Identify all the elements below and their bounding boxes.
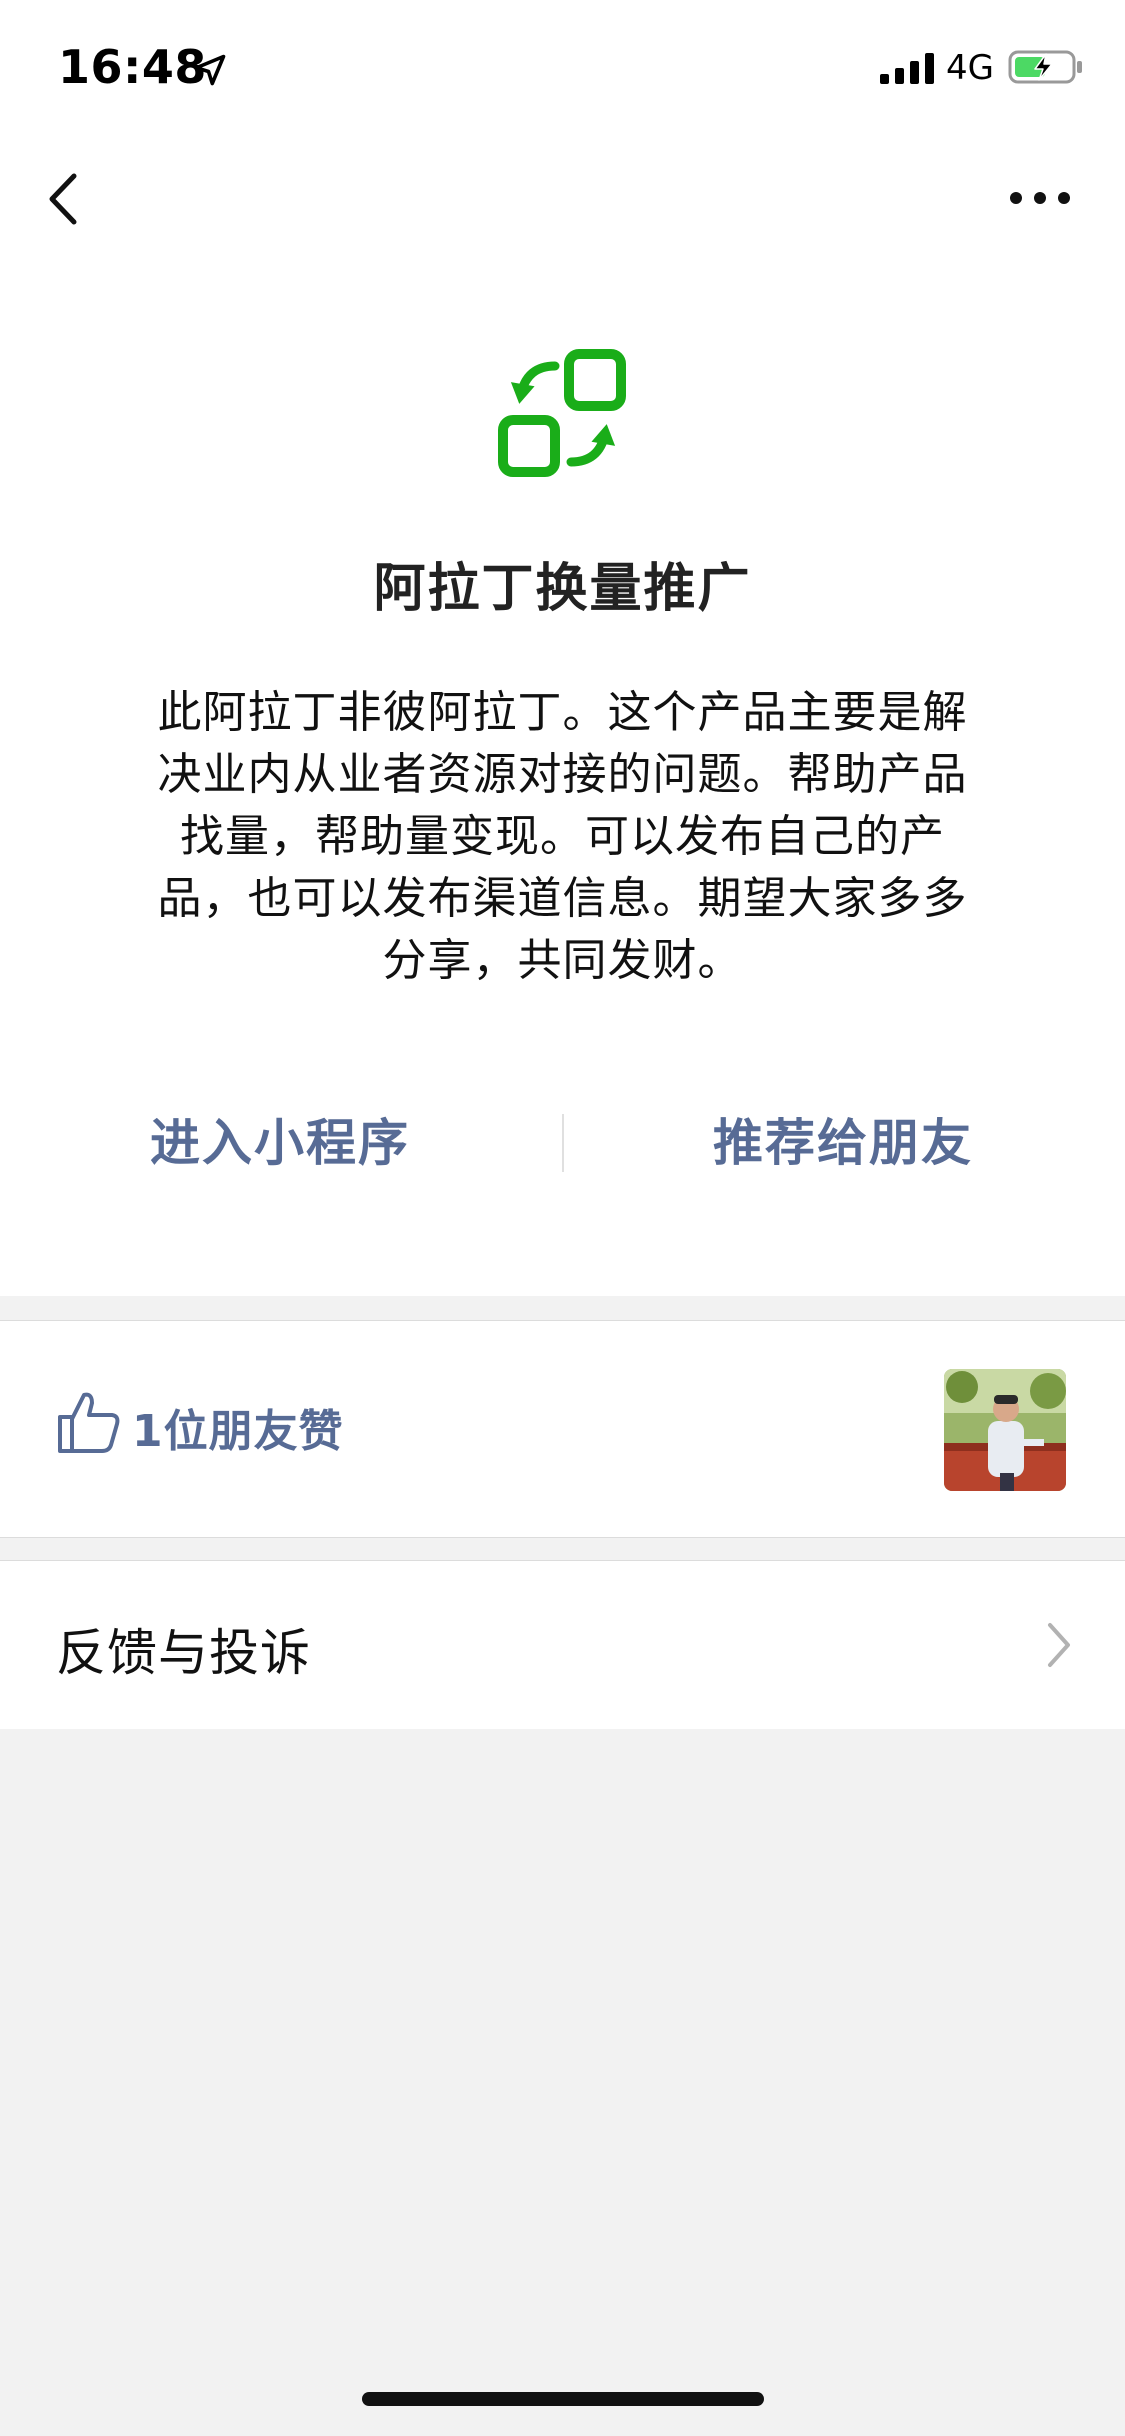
thumbs-up-icon — [58, 1392, 120, 1453]
app-title: 阿拉丁换量推广 — [373, 559, 752, 619]
recommend-to-friend-button[interactable]: 推荐给朋友 — [713, 1088, 973, 1198]
chevron-right-icon — [1048, 1623, 1070, 1667]
action-divider — [562, 1114, 564, 1172]
friend-likes-row[interactable]: 1位朋友赞 — [0, 1320, 1125, 1538]
location-arrow-icon — [194, 54, 226, 86]
signal-bars-icon — [880, 53, 934, 84]
status-bar: 16:48 4G — [0, 0, 1125, 132]
mini-program-profile-screen: 16:48 4G 阿拉丁换量推广 此阿拉丁非彼阿拉丁。这个产品主要是解决业内从业… — [0, 0, 1125, 2436]
likes-count-text: 1位朋友赞 — [132, 1406, 344, 1457]
action-bar: 进入小程序 推荐给朋友 — [0, 1088, 1125, 1198]
app-info-card: 阿拉丁换量推广 此阿拉丁非彼阿拉丁。这个产品主要是解决业内从业者资源对接的问题。… — [0, 264, 1125, 1296]
status-time: 16:48 — [58, 40, 207, 94]
friend-avatar[interactable] — [944, 1369, 1066, 1491]
feedback-complaint-row[interactable]: 反馈与投诉 — [0, 1560, 1125, 1729]
chevron-left-icon[interactable] — [40, 168, 90, 230]
enter-mini-program-button[interactable]: 进入小程序 — [150, 1088, 410, 1198]
network-type: 4G — [946, 48, 994, 88]
battery-charging-icon — [1008, 50, 1082, 84]
app-description: 此阿拉丁非彼阿拉丁。这个产品主要是解决业内从业者资源对接的问题。帮助产品找量，帮… — [157, 687, 968, 986]
nav-bar — [0, 132, 1125, 264]
home-indicator[interactable] — [362, 2392, 764, 2406]
more-dots-icon[interactable] — [1008, 184, 1072, 212]
swap-squares-icon — [498, 349, 626, 477]
feedback-label: 反馈与投诉 — [56, 1624, 311, 1682]
